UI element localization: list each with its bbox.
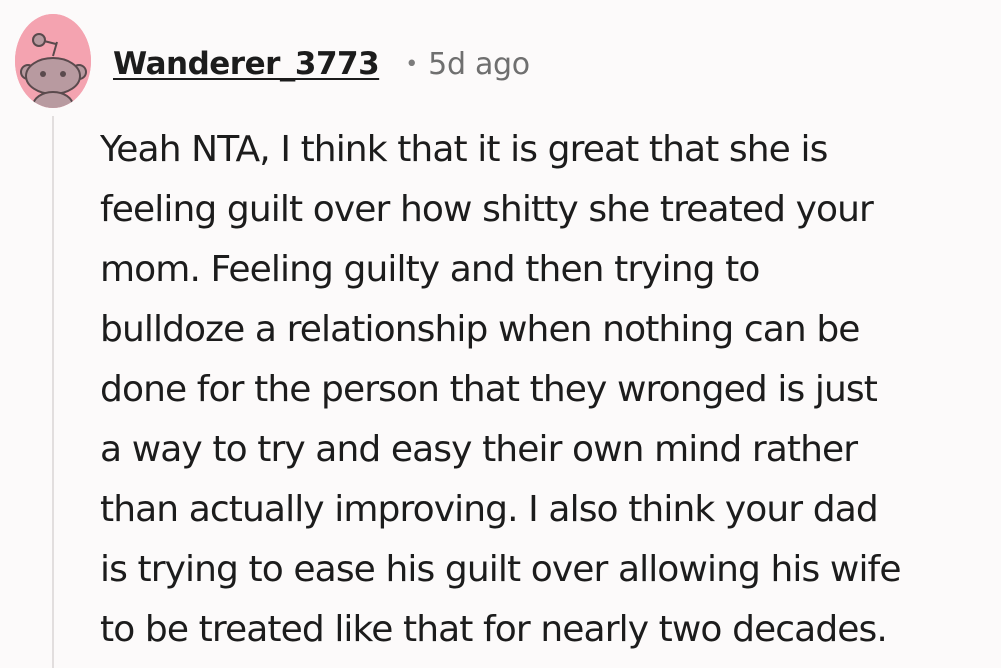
comment-body-line: done for the person that they wronged is… [100, 369, 878, 410]
avatar[interactable] [15, 14, 91, 108]
comment-body: Yeah NTA, I think that it is great that … [100, 120, 990, 660]
author-link[interactable]: Wanderer_3773 [113, 46, 380, 82]
snoo-avatar-icon [15, 14, 91, 108]
comment-body-line: feeling guilt over how shitty she treate… [100, 189, 874, 230]
comment-body-line: bulldoze a relationship when nothing can… [100, 309, 860, 350]
comment: Wanderer_3773 • 5d ago Yeah NTA, I think… [0, 0, 1001, 668]
comment-header: Wanderer_3773 • 5d ago [113, 42, 530, 86]
comment-body-line: Yeah NTA, I think that it is great that … [100, 129, 828, 170]
comment-body-line: than actually improving. I also think yo… [100, 489, 879, 530]
comment-body-line: mom. Feeling guilty and then trying to [100, 249, 760, 290]
timestamp[interactable]: 5d ago [428, 47, 530, 82]
comment-body-line: a way to try and easy their own mind rat… [100, 429, 858, 470]
comment-body-line: to be treated like that for nearly two d… [100, 609, 888, 650]
separator-dot: • [405, 51, 419, 77]
thread-line[interactable] [52, 116, 54, 668]
comment-body-line: is trying to ease his guilt over allowin… [100, 549, 901, 590]
